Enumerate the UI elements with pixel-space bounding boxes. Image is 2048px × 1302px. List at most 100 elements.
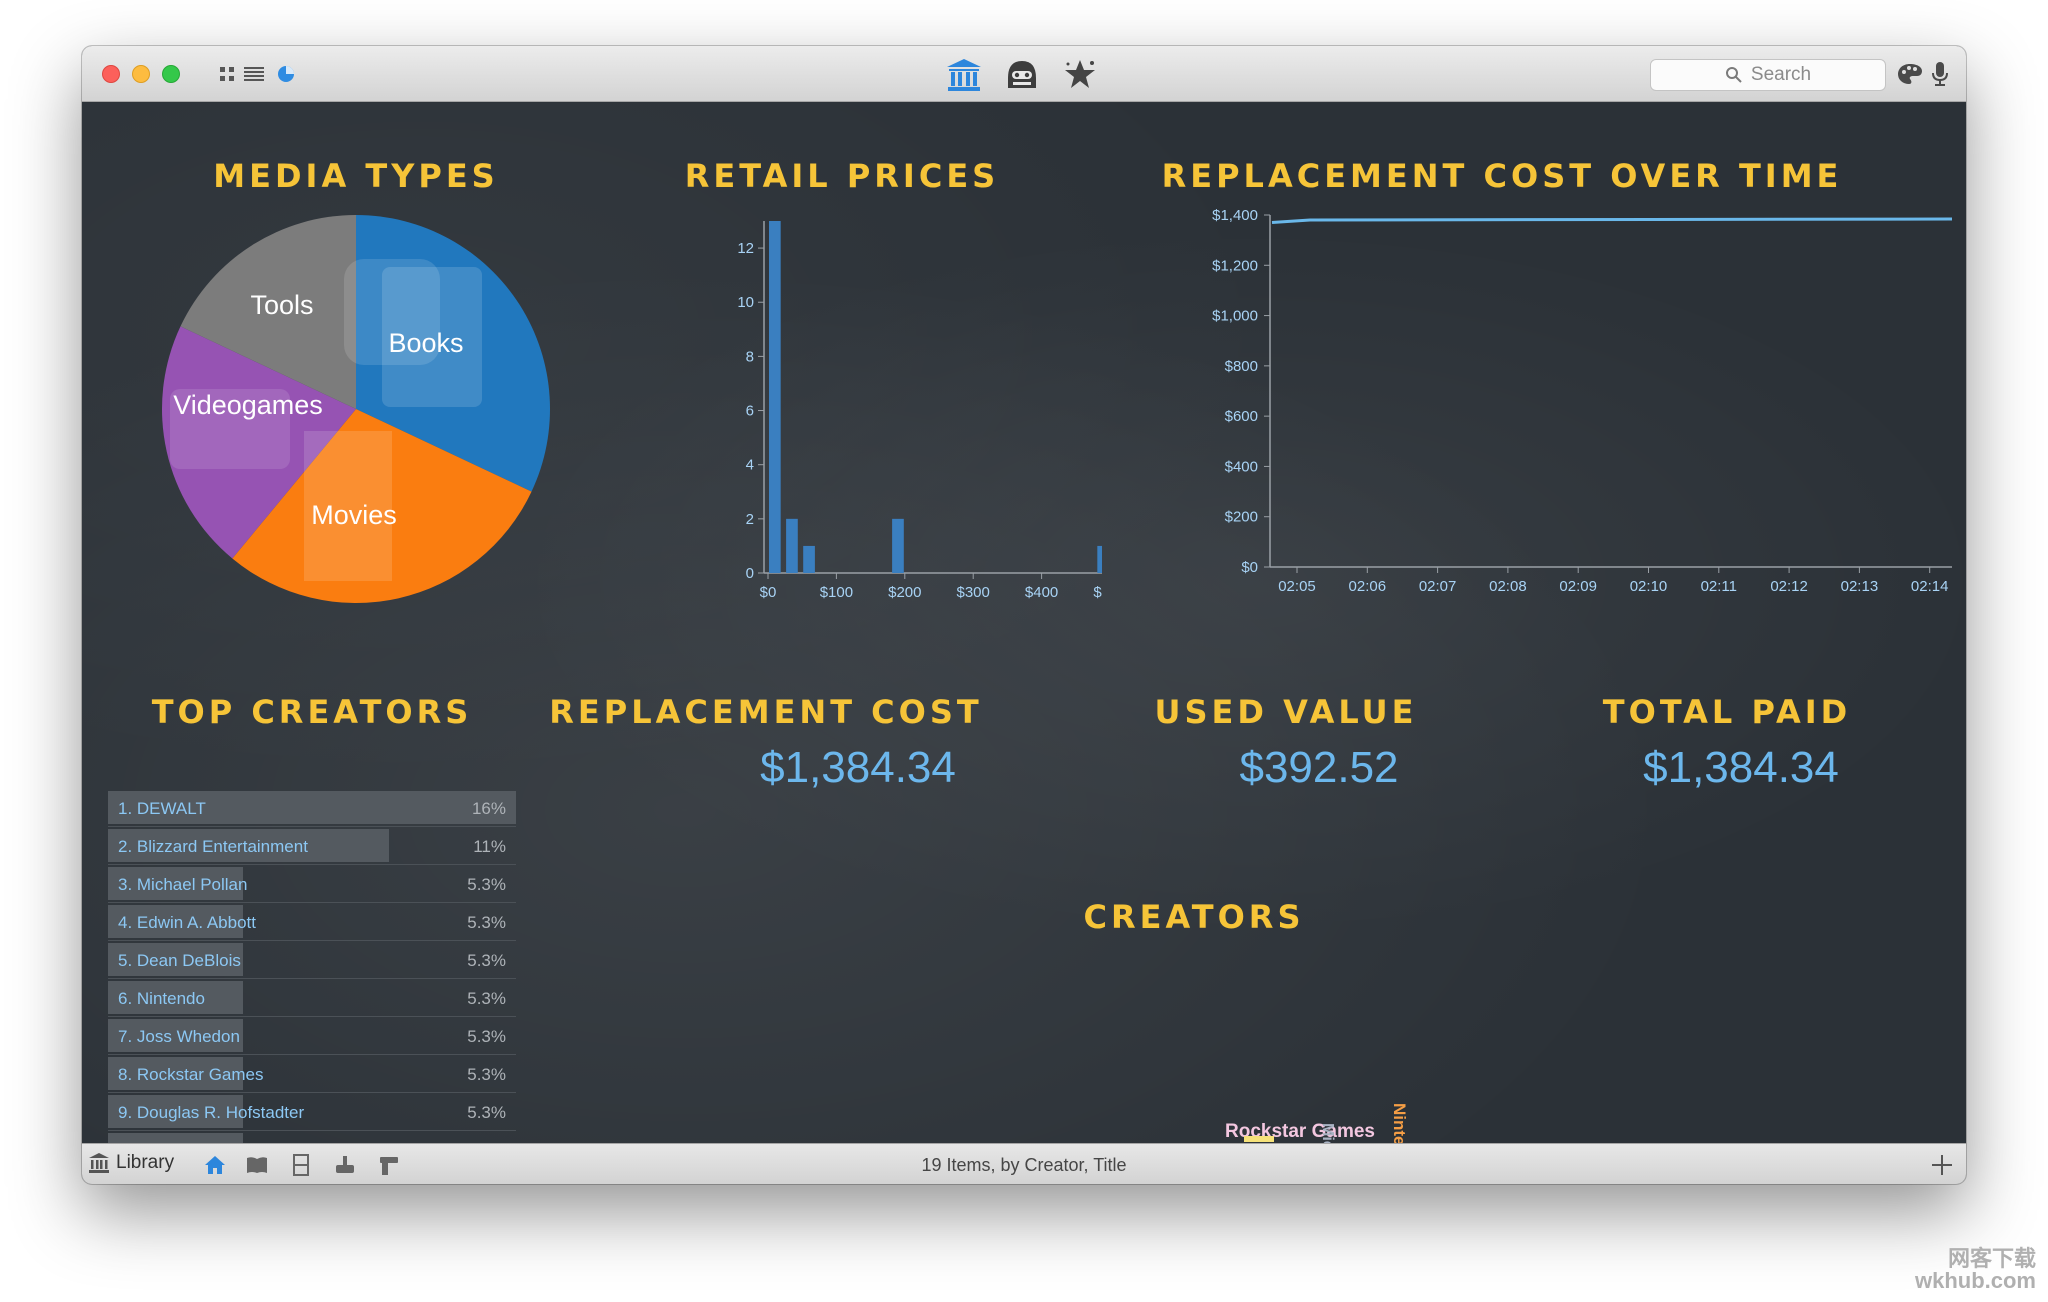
search-field[interactable]: Search xyxy=(1650,59,1886,91)
creator-percent: 5.3% xyxy=(467,1027,506,1046)
y-tick-label: $400 xyxy=(1225,458,1258,475)
creator-percent: 11% xyxy=(473,837,506,856)
library-label: Library xyxy=(116,1152,175,1173)
replacement-cost-series-line[interactable] xyxy=(1271,217,1952,225)
watermark-line-1: 网客下载 xyxy=(1947,1246,2036,1271)
creator-name: 5. Dean DeBlois xyxy=(118,951,241,970)
y-tick-label: $800 xyxy=(1225,358,1258,375)
histogram-bar[interactable] xyxy=(892,518,904,573)
drill-icon[interactable] xyxy=(376,1152,402,1178)
creator-row[interactable]: 8. Rockstar Games 5.3% xyxy=(108,1055,516,1093)
y-tick-label: 2 xyxy=(746,511,754,528)
y-tick-label: $1,000 xyxy=(1212,308,1258,325)
maximize-button[interactable] xyxy=(162,65,180,83)
pie-label-videogames: Videogames xyxy=(173,390,323,420)
x-tick-label: 02:07 xyxy=(1419,578,1457,595)
app-window: Search MEDIA TYPES RETAIL PRICES REPLACE… xyxy=(82,46,1966,1184)
creator-percent: 5.3% xyxy=(467,1103,506,1122)
creator-row[interactable]: 10. Edward R. Tufte5.3% xyxy=(108,1131,516,1143)
histogram-bar[interactable] xyxy=(769,221,781,573)
creator-name: 3. Michael Pollan xyxy=(118,875,248,894)
home-icon[interactable] xyxy=(202,1152,228,1178)
x-tick-label: $100 xyxy=(820,584,853,601)
close-button[interactable] xyxy=(102,65,120,83)
creator-row[interactable]: 4. Edwin A. Abbott 5.3% xyxy=(108,903,516,941)
creator-percent: 5.3% xyxy=(467,951,506,970)
library-icon xyxy=(89,1153,109,1173)
titlebar: Search xyxy=(82,46,1966,102)
y-tick-label: $200 xyxy=(1225,509,1258,526)
retail-prices-histogram: 024681012$0$100$200$300$400$500 xyxy=(737,221,1102,601)
x-tick-label: $0 xyxy=(760,584,777,601)
x-tick-label: $400 xyxy=(1025,584,1058,601)
creator-name: 8. Rockstar Games xyxy=(118,1065,264,1084)
gamepad-icon[interactable] xyxy=(332,1152,358,1178)
creator-name: 7. Joss Whedon xyxy=(118,1027,240,1046)
creators-heading: CREATORS xyxy=(1083,898,1305,936)
word-cloud-michael[interactable]: Mic xyxy=(1318,1123,1336,1143)
library-icon[interactable] xyxy=(944,56,984,94)
y-tick-label: $1,200 xyxy=(1212,257,1258,274)
word-cloud-nintendo[interactable]: Ninten xyxy=(1389,1103,1409,1143)
media-types-heading: MEDIA TYPES xyxy=(213,157,499,195)
y-tick-label: 4 xyxy=(746,457,754,474)
y-tick-label: 8 xyxy=(746,348,754,365)
top-creators-heading: TOP CREATORS xyxy=(151,693,473,731)
y-tick-label: 10 xyxy=(737,294,754,311)
total-paid-heading: TOTAL PAID xyxy=(1602,693,1852,731)
y-tick-label: 0 xyxy=(746,565,754,582)
x-tick-label: 02:05 xyxy=(1278,578,1316,595)
x-tick-label: 02:12 xyxy=(1770,578,1808,595)
creator-percent: 16% xyxy=(471,799,506,818)
pie-chart-icon[interactable] xyxy=(274,62,298,86)
y-tick-label: $1,400 xyxy=(1212,207,1258,224)
creator-row[interactable]: 6. Nintendo 5.3% xyxy=(108,979,516,1017)
y-tick-label: 6 xyxy=(746,403,754,420)
creator-name: 6. Nintendo xyxy=(118,989,205,1008)
list-icon[interactable] xyxy=(242,63,266,85)
creator-row[interactable]: 3. Michael Pollan 5.3% xyxy=(108,865,516,903)
grid-icon[interactable] xyxy=(216,63,238,85)
add-icon[interactable] xyxy=(1928,1151,1956,1179)
histogram-bar[interactable] xyxy=(803,545,815,573)
creator-percent: 5.3% xyxy=(467,913,506,932)
creator-row[interactable]: 2. Blizzard Entertainment 11% xyxy=(108,827,516,865)
creator-row[interactable]: 5. Dean DeBlois 5.3% xyxy=(108,941,516,979)
creator-name: 9. Douglas R. Hofstadter xyxy=(118,1103,305,1122)
top-creators-list: 1. DEWALT 16% 2. Blizzard Entertainment 11%… xyxy=(108,789,516,1143)
creator-row[interactable]: 1. DEWALT 16% xyxy=(108,789,516,827)
x-tick-label: $200 xyxy=(888,584,921,601)
replacement-cost-value: $1,384.34 xyxy=(760,743,956,792)
x-tick-label: 02:06 xyxy=(1349,578,1387,595)
word-cloud-fragment xyxy=(1244,1136,1274,1142)
watermark: 网客下载 wkhub.com xyxy=(1915,1248,2036,1292)
book-icon[interactable] xyxy=(244,1152,270,1178)
creator-row[interactable]: 9. Douglas R. Hofstadter 5.3% xyxy=(108,1093,516,1131)
film-icon[interactable] xyxy=(288,1152,314,1178)
minimize-button[interactable] xyxy=(132,65,150,83)
retail-prices-heading: RETAIL PRICES xyxy=(684,157,1000,195)
status-summary: 19 Items, by Creator, Title xyxy=(921,1155,1127,1175)
histogram-bar[interactable] xyxy=(786,518,798,573)
total-paid-value: $1,384.34 xyxy=(1643,743,1839,792)
creator-name: 2. Blizzard Entertainment xyxy=(118,837,308,856)
media-types-pie-chart[interactable]: Books Movies Videogames Tools xyxy=(136,199,576,619)
watermark-line-2: wkhub.com xyxy=(1914,1268,2036,1293)
dashboard: MEDIA TYPES RETAIL PRICES REPLACEMENT CO… xyxy=(82,103,1966,1143)
creator-name: 1. DEWALT xyxy=(118,799,206,818)
replacement-over-time-heading: REPLACEMENT COST OVER TIME xyxy=(1161,157,1843,195)
creator-percent: 5.3% xyxy=(467,989,506,1008)
search-placeholder: Search xyxy=(1750,64,1812,85)
x-tick-label: 02:14 xyxy=(1911,578,1949,595)
x-tick-label: 02:08 xyxy=(1489,578,1527,595)
y-tick-label: $0 xyxy=(1241,559,1258,576)
pie-label-books: Books xyxy=(388,328,463,358)
creator-row[interactable]: 7. Joss Whedon 5.3% xyxy=(108,1017,516,1055)
robot-icon[interactable] xyxy=(1002,56,1042,94)
star-burst-icon[interactable] xyxy=(1060,56,1100,94)
microphone-icon[interactable] xyxy=(1928,60,1952,88)
used-value-value: $392.52 xyxy=(1239,743,1399,792)
palette-icon[interactable] xyxy=(1896,60,1924,88)
pie-label-tools: Tools xyxy=(250,290,313,320)
library-tab[interactable]: Library xyxy=(88,1152,174,1174)
